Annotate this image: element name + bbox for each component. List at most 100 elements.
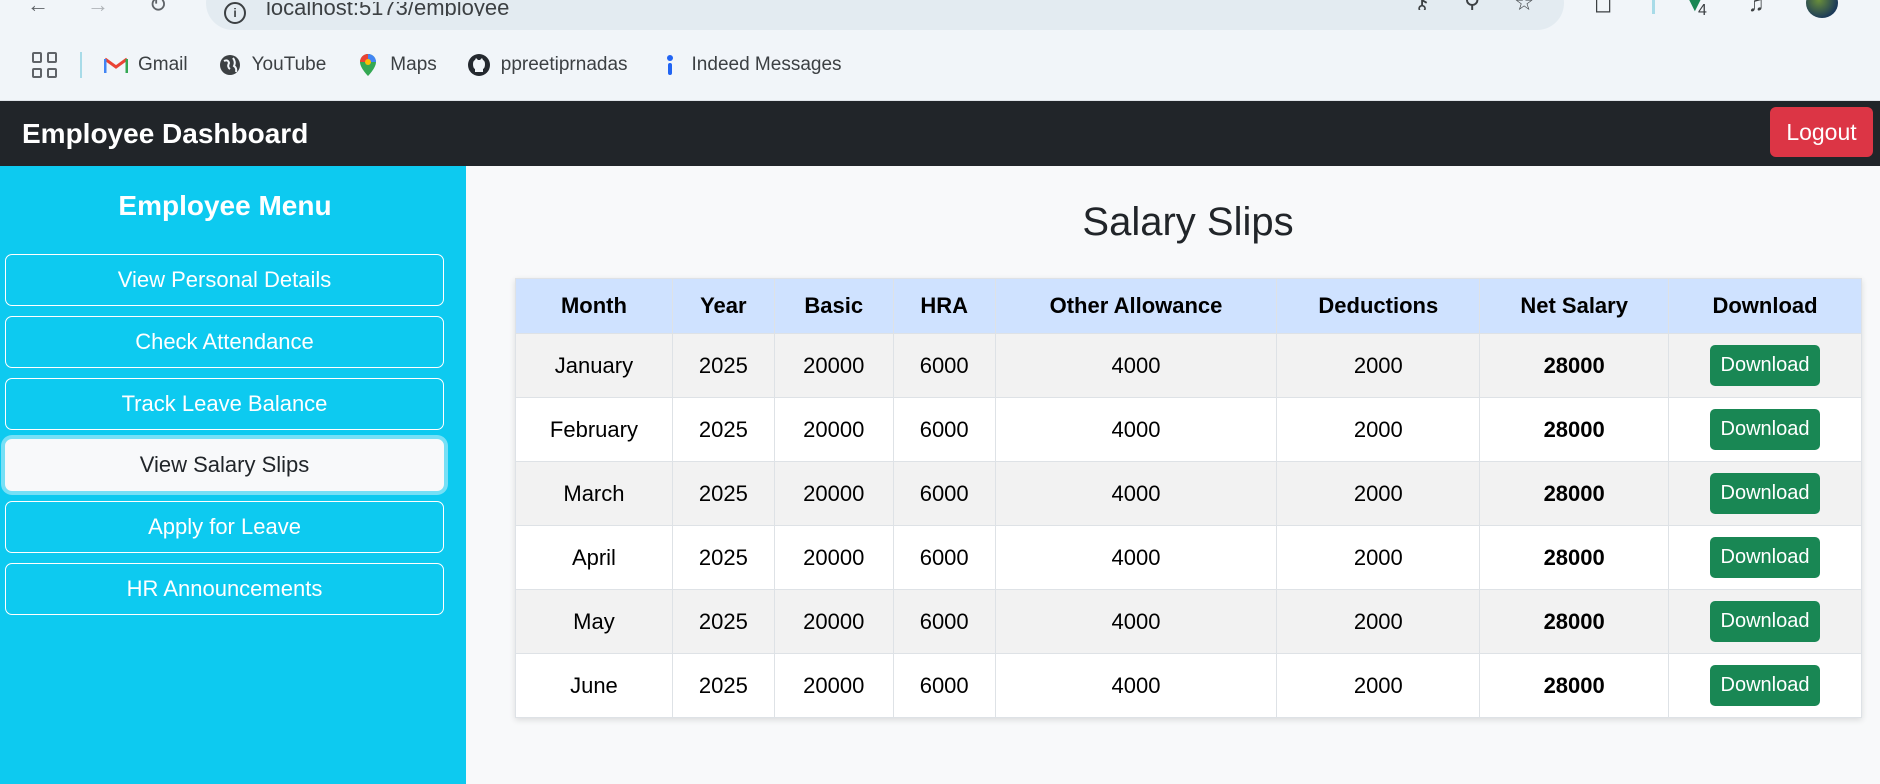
download-cell: Download — [1668, 461, 1862, 526]
table-row: February 2025 20000 6000 4000 2000 28000 Downlo… — [515, 397, 1862, 462]
deductions-cell: 2000 — [1276, 525, 1481, 590]
net-salary-cell: 28000 — [1479, 525, 1670, 590]
column-header-download: Download — [1668, 278, 1862, 334]
app-navbar: Employee Dashboard Logout — [0, 101, 1880, 166]
basic-cell: 20000 — [773, 397, 894, 462]
other-allowance-cell: 4000 — [994, 589, 1278, 654]
year-cell: 2025 — [671, 333, 775, 398]
table-row: June 2025 20000 6000 4000 2000 28000 Download — [515, 653, 1862, 718]
year-cell: 2025 — [671, 525, 775, 590]
basic-cell: 20000 — [773, 461, 894, 526]
sidebar-item-track-leave-balance[interactable]: Track Leave Balance — [5, 378, 444, 430]
search-icon[interactable]: ⚲ — [1464, 0, 1480, 10]
column-header-hra: HRA — [892, 278, 996, 334]
extensions-puzzle-icon[interactable]: ◻ — [1594, 0, 1612, 16]
sidebar-item-view-personal-details[interactable]: View Personal Details — [5, 254, 444, 306]
download-button[interactable]: Download — [1710, 345, 1821, 386]
password-key-icon[interactable]: ⚷ — [1414, 0, 1430, 10]
deductions-cell: 2000 — [1276, 589, 1481, 654]
table-row: January 2025 20000 6000 4000 2000 28000 Downloa… — [515, 333, 1862, 398]
net-salary-cell: 28000 — [1479, 589, 1670, 654]
download-button[interactable]: Download — [1710, 665, 1821, 706]
bookmark-gmail[interactable]: Gmail — [104, 46, 188, 84]
month-cell: April — [515, 525, 673, 590]
forward-arrow-icon[interactable]: → — [84, 0, 112, 18]
indeed-icon — [658, 53, 682, 77]
main-content: Salary Slips Month Year Basic HRA Other … — [466, 166, 1880, 784]
table-row: March 2025 20000 6000 4000 2000 28000 Download — [515, 461, 1862, 526]
page-title: Salary Slips — [1082, 200, 1294, 244]
reload-icon[interactable]: ↻ — [144, 0, 172, 18]
column-header-net-salary: Net Salary — [1479, 278, 1670, 334]
bookmark-indeed[interactable]: Indeed Messages — [658, 46, 842, 84]
bookmark-maps[interactable]: Maps — [356, 46, 437, 84]
download-count-badge: 4 — [1698, 2, 1707, 19]
bookmark-label: Maps — [390, 54, 437, 75]
bookmarks-divider — [80, 52, 82, 78]
profile-avatar[interactable] — [1806, 0, 1838, 18]
maps-pin-icon — [356, 53, 380, 77]
bookmark-youtube[interactable]: YouTube — [218, 46, 327, 84]
url-text: localhost:5173/employee — [266, 2, 510, 16]
sidebar-item-check-attendance[interactable]: Check Attendance — [5, 316, 444, 368]
download-button[interactable]: Download — [1710, 409, 1821, 450]
address-row: ← → ↻ i localhost:5173/employee ⚷ ⚲ ☆ ◻ … — [0, 0, 1880, 32]
month-cell: January — [515, 333, 673, 398]
download-cell: Download — [1668, 397, 1862, 462]
dashboard-title: Employee Dashboard — [22, 118, 309, 149]
download-button[interactable]: Download — [1710, 601, 1821, 642]
toolbar-divider — [1652, 0, 1655, 14]
other-allowance-cell: 4000 — [994, 333, 1278, 398]
hra-cell: 6000 — [892, 461, 996, 526]
hra-cell: 6000 — [892, 589, 996, 654]
net-salary-cell: 28000 — [1479, 397, 1670, 462]
basic-cell: 20000 — [773, 333, 894, 398]
month-cell: March — [515, 461, 673, 526]
deductions-cell: 2000 — [1276, 333, 1481, 398]
bookmark-label: YouTube — [251, 54, 327, 75]
year-cell: 2025 — [671, 589, 775, 654]
logout-button[interactable]: Logout — [1770, 107, 1873, 157]
github-icon — [467, 53, 491, 77]
back-arrow-icon[interactable]: ← — [24, 0, 52, 18]
apps-grid-icon[interactable] — [32, 52, 58, 78]
other-allowance-cell: 4000 — [994, 397, 1278, 462]
sidebar-item-view-salary-slips[interactable]: View Salary Slips — [5, 439, 444, 491]
table-row: April 2025 20000 6000 4000 2000 28000 Download — [515, 525, 1862, 590]
bookmark-github[interactable]: ppreetiprnadas — [467, 46, 628, 84]
column-header-basic: Basic — [773, 278, 894, 334]
sidebar-item-hr-announcements[interactable]: HR Announcements — [5, 563, 444, 615]
address-bar[interactable]: i localhost:5173/employee ⚷ ⚲ ☆ — [206, 0, 1564, 30]
download-cell: Download — [1668, 589, 1862, 654]
hra-cell: 6000 — [892, 525, 996, 590]
bookmarks-bar: Gmail YouTube Maps ppreetiprnadas Indeed… — [0, 46, 1880, 84]
hra-cell: 6000 — [892, 333, 996, 398]
download-cell: Download — [1668, 653, 1862, 718]
column-header-deductions: Deductions — [1276, 278, 1481, 334]
download-cell: Download — [1668, 333, 1862, 398]
gmail-icon — [104, 53, 128, 77]
download-cell: Download — [1668, 525, 1862, 590]
deductions-cell: 2000 — [1276, 397, 1481, 462]
month-cell: June — [515, 653, 673, 718]
hra-cell: 6000 — [892, 653, 996, 718]
table-header-row: Month Year Basic HRA Other Allowance Ded… — [515, 278, 1862, 334]
download-button[interactable]: Download — [1710, 537, 1821, 578]
column-header-year: Year — [671, 278, 775, 334]
bookmark-star-icon[interactable]: ☆ — [1514, 0, 1534, 10]
column-header-other-allowance: Other Allowance — [994, 278, 1278, 334]
net-salary-cell: 28000 — [1479, 333, 1670, 398]
basic-cell: 20000 — [773, 525, 894, 590]
year-cell: 2025 — [671, 461, 775, 526]
other-allowance-cell: 4000 — [994, 525, 1278, 590]
site-info-icon[interactable]: i — [224, 2, 246, 24]
download-button[interactable]: Download — [1710, 473, 1821, 514]
year-cell: 2025 — [671, 653, 775, 718]
bookmark-label: Indeed Messages — [691, 54, 842, 75]
media-control-icon[interactable]: ♫ — [1748, 0, 1765, 16]
basic-cell: 20000 — [773, 589, 894, 654]
browser-chrome: ← → ↻ i localhost:5173/employee ⚷ ⚲ ☆ ◻ … — [0, 0, 1880, 101]
globe-icon — [218, 53, 242, 77]
month-cell: May — [515, 589, 673, 654]
sidebar-item-apply-for-leave[interactable]: Apply for Leave — [5, 501, 444, 553]
